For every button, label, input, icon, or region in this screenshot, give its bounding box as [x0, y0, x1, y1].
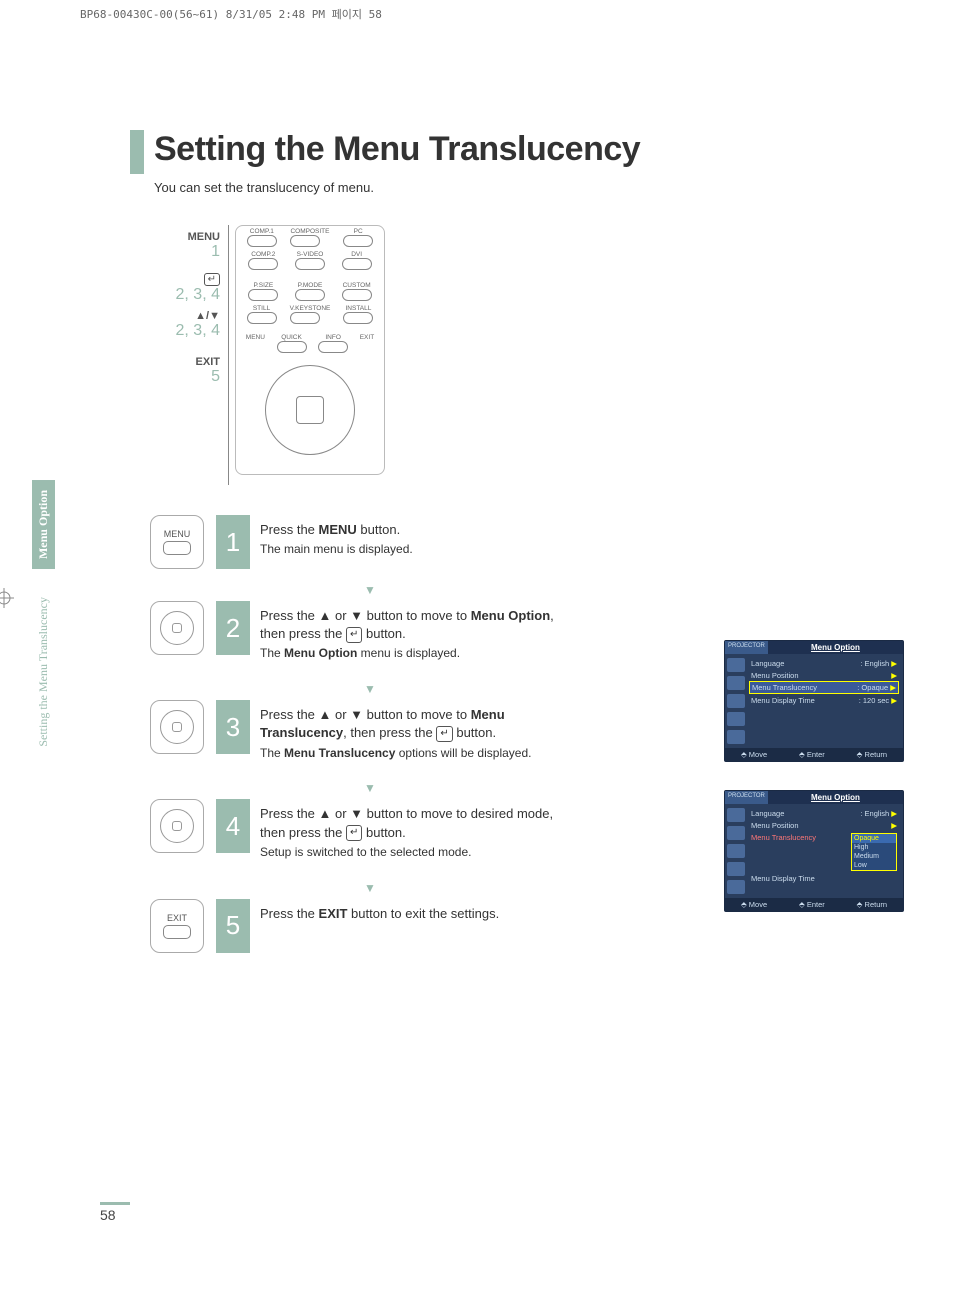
- step-number: 3: [216, 700, 250, 754]
- osd-title: Menu Option: [768, 641, 903, 654]
- osd-menu-item[interactable]: Language: English ▶: [751, 657, 897, 669]
- osd-projector-label: PROJECTOR: [725, 641, 768, 654]
- title-accent-bar: [130, 130, 144, 174]
- osd-menu-panel: PROJECTORMenu OptionLanguage: English ▶M…: [724, 790, 904, 912]
- step-text: Press the ▲ or ▼ button to move to Menu …: [250, 700, 570, 767]
- osd-menu-panel: PROJECTORMenu OptionLanguage: English ▶M…: [724, 640, 904, 762]
- page-title: Setting the Menu Translucency: [154, 130, 640, 169]
- dpad-button-icon: [150, 799, 204, 853]
- osd-menu-item[interactable]: Menu Position ▶: [751, 669, 897, 681]
- osd-dropdown-popup[interactable]: OpaqueHighMediumLow: [851, 833, 897, 871]
- osd-category-icons: [725, 654, 749, 748]
- dpad-button-icon: [150, 700, 204, 754]
- osd-dropdown-option[interactable]: Medium: [852, 852, 896, 861]
- page-number: 58: [100, 1202, 130, 1223]
- instruction-step: EXIT5Press the EXIT button to exit the s…: [150, 899, 570, 953]
- instruction-step: 4Press the ▲ or ▼ button to move to desi…: [150, 799, 570, 866]
- step-text: Press the MENU button.The main menu is d…: [250, 515, 423, 564]
- osd-title: Menu Option: [768, 791, 903, 804]
- osd-menu-item-expanded[interactable]: Menu TranslucencyOpaqueHighMediumLow: [751, 831, 897, 872]
- menu-button-icon: MENU: [150, 515, 204, 569]
- side-tab-chapter: Menu Option: [32, 480, 55, 569]
- remote-callout-labels: MENU 1 ↵ 2, 3, 4 ▲/▼ 2, 3, 4 EXIT 5: [150, 225, 220, 485]
- step-number: 1: [216, 515, 250, 569]
- instruction-step: MENU1Press the MENU button.The main menu…: [150, 515, 570, 569]
- osd-dropdown-option[interactable]: Opaque: [852, 834, 896, 843]
- instruction-step: 3Press the ▲ or ▼ button to move to Menu…: [150, 700, 570, 767]
- side-tab-section: Setting the Menu Translucency: [32, 587, 55, 757]
- osd-footer-hints: ⬘ Move⬘ Enter⬘ Return: [725, 748, 903, 761]
- dpad-button-icon: [150, 601, 204, 655]
- step-text: Press the ▲ or ▼ button to move to desir…: [250, 799, 570, 866]
- osd-dropdown-option[interactable]: Low: [852, 861, 896, 870]
- osd-menu-item[interactable]: Menu Translucency: Opaque ▶: [749, 681, 899, 694]
- step-text: Press the ▲ or ▼ button to move to Menu …: [250, 601, 570, 668]
- flow-arrow-icon: ▼: [170, 781, 570, 795]
- exit-button-icon: EXIT: [150, 899, 204, 953]
- step-number: 2: [216, 601, 250, 655]
- flow-arrow-icon: ▼: [170, 682, 570, 696]
- osd-menu-item[interactable]: Menu Display Time: 120 sec ▶: [751, 694, 897, 706]
- osd-category-icons: [725, 804, 749, 898]
- flow-arrow-icon: ▼: [170, 583, 570, 597]
- osd-menu-item[interactable]: Menu Display Time: [751, 872, 897, 884]
- dpad-icon: [265, 365, 355, 455]
- page-subtitle: You can set the translucency of menu.: [154, 180, 894, 195]
- osd-menu-item[interactable]: Language: English ▶: [751, 807, 897, 819]
- osd-menu-item[interactable]: Menu Position▶: [751, 819, 897, 831]
- step-number: 5: [216, 899, 250, 953]
- instruction-step: 2Press the ▲ or ▼ button to move to Menu…: [150, 601, 570, 668]
- step-number: 4: [216, 799, 250, 853]
- enter-icon: ↵: [204, 273, 220, 286]
- registration-mark-icon: [0, 588, 14, 608]
- remote-control-diagram: COMP.1 COMPOSITE PC COMP.2 S-VIDEO DVI P…: [235, 225, 385, 475]
- osd-footer-hints: ⬘ Move⬘ Enter⬘ Return: [725, 898, 903, 911]
- osd-dropdown-option[interactable]: High: [852, 843, 896, 852]
- flow-arrow-icon: ▼: [170, 881, 570, 895]
- print-header: BP68-00430C-00(56~61) 8/31/05 2:48 PM 페이…: [80, 6, 382, 22]
- osd-projector-label: PROJECTOR: [725, 791, 768, 804]
- step-text: Press the EXIT button to exit the settin…: [250, 899, 509, 929]
